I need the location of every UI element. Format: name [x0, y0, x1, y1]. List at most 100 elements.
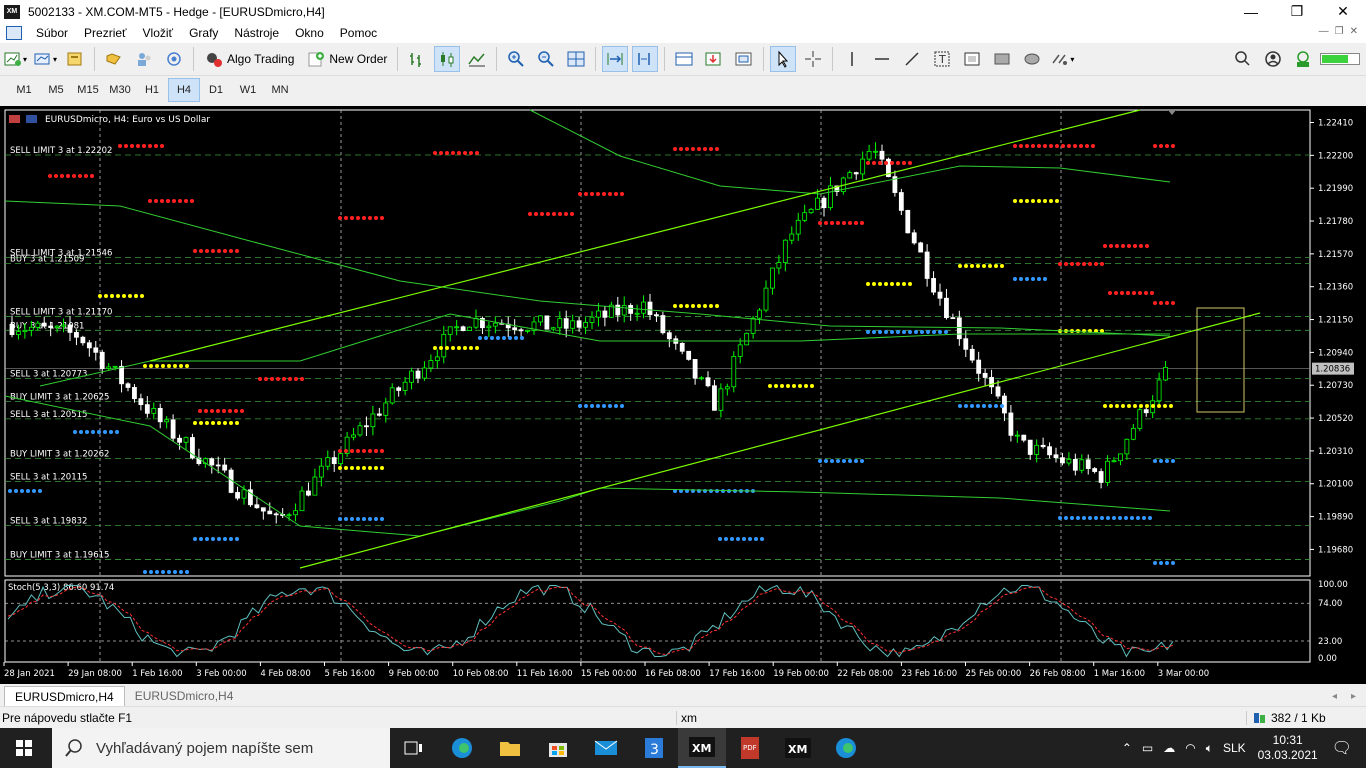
indicator-dot — [344, 216, 348, 220]
tile-windows-button[interactable] — [563, 46, 589, 72]
timeframe-d1[interactable]: D1 — [200, 78, 232, 102]
indicator-dot — [896, 282, 900, 286]
indicators-button[interactable] — [671, 46, 697, 72]
menu-tools[interactable]: Nástroje — [226, 26, 287, 40]
chart-window-icon[interactable] — [6, 26, 22, 40]
signals-button[interactable] — [161, 46, 187, 72]
xm-taskbar-button[interactable]: XM — [678, 728, 726, 768]
candle-body — [550, 327, 556, 330]
menu-window[interactable]: Okno — [287, 26, 332, 40]
indicator-dot — [768, 384, 772, 388]
indicator-dot — [217, 537, 221, 541]
edge-taskbar-button[interactable] — [438, 728, 486, 768]
pdf-taskbar-button[interactable]: PDF — [726, 728, 774, 768]
tab-scroll-left-icon[interactable]: ◂ — [1332, 691, 1337, 702]
rectangle-tool-button[interactable] — [989, 46, 1015, 72]
close-button[interactable]: ✕ — [1320, 0, 1366, 23]
vertical-line-button[interactable] — [839, 46, 865, 72]
menu-file[interactable]: Súbor — [28, 26, 76, 40]
taskbar-search[interactable]: Vyhľadávaný pojem napíšte sem — [52, 728, 390, 768]
zoom-in-button[interactable] — [503, 46, 529, 72]
store-taskbar-button[interactable] — [534, 728, 582, 768]
horizontal-line-button[interactable] — [869, 46, 895, 72]
explorer-taskbar-button[interactable] — [486, 728, 534, 768]
menu-charts[interactable]: Grafy — [181, 26, 226, 40]
menu-view[interactable]: Prezrieť — [76, 26, 135, 40]
task-view-icon — [404, 741, 422, 755]
strategy-tester-button[interactable] — [131, 46, 157, 72]
xm-second-taskbar-button[interactable]: XM — [774, 728, 822, 768]
timeframe-h4[interactable]: H4 — [168, 78, 200, 102]
crosshair-tool-button[interactable] — [800, 46, 826, 72]
wifi-icon[interactable]: ◠ — [1185, 741, 1195, 755]
mail-taskbar-button[interactable] — [582, 728, 630, 768]
start-button[interactable] — [0, 728, 48, 768]
timeframe-w1[interactable]: W1 — [232, 78, 264, 102]
market-watch-icon — [67, 52, 82, 66]
trendline-button[interactable] — [899, 46, 925, 72]
indicator-dot — [570, 212, 574, 216]
indicator-dot — [276, 377, 280, 381]
new-chart-button[interactable]: ▾ — [2, 46, 28, 72]
profiles-button[interactable]: ▾ — [32, 46, 58, 72]
menu-help[interactable]: Pomoc — [332, 26, 385, 40]
notifications-icon[interactable]: 🗨︎ — [1332, 738, 1352, 758]
navigator-button[interactable] — [101, 46, 127, 72]
chart-close-icon[interactable]: ✕ — [1350, 26, 1358, 37]
zoom-out-button[interactable] — [533, 46, 559, 72]
objects-menu-button[interactable]: ▾ — [1049, 46, 1075, 72]
stoch-main-line — [7, 584, 1174, 658]
chart-tab[interactable]: EURUSDmicro,H4 — [4, 686, 125, 706]
cursor-tool-button[interactable] — [770, 46, 797, 72]
algo-trading-button[interactable]: Algo Trading — [200, 46, 298, 72]
indicator-dot — [836, 459, 840, 463]
text-tool-button[interactable]: T — [929, 46, 955, 72]
timeframe-m30[interactable]: M30 — [104, 78, 136, 102]
chart-shift-button[interactable] — [632, 46, 659, 72]
bar-chart-button[interactable] — [404, 46, 430, 72]
tab-scroll-right-icon[interactable]: ▸ — [1351, 691, 1356, 702]
indicator-dot — [1145, 404, 1149, 408]
tray-chevron-icon[interactable]: ⌃ — [1122, 741, 1132, 755]
minimize-button[interactable]: — — [1228, 0, 1274, 23]
task-view-button[interactable] — [390, 728, 438, 768]
timeframe-m5[interactable]: M5 — [40, 78, 72, 102]
calendar-taskbar-button[interactable]: 3 — [630, 728, 678, 768]
indicator-dot — [1082, 516, 1086, 520]
chart-minimize-icon[interactable]: — — [1319, 26, 1329, 37]
battery-icon[interactable]: ▭ — [1142, 741, 1153, 755]
new-order-button[interactable]: New Order — [302, 46, 391, 72]
market-watch-button[interactable] — [62, 46, 88, 72]
candle-body — [454, 326, 460, 329]
indicator-dot — [350, 449, 354, 453]
menu-insert[interactable]: Vložiť — [135, 26, 182, 40]
language-indicator[interactable]: SLK — [1223, 741, 1246, 755]
chart-tab[interactable]: EURUSDmicro,H4 — [125, 686, 244, 706]
line-chart-button[interactable] — [464, 46, 490, 72]
chart-window[interactable]: 1.22410 1.22200 1.21990 1.21780 1.21570 1.213… — [0, 106, 1366, 684]
clock[interactable]: 10:31 03.03.2021 — [1258, 733, 1318, 763]
timeframe-m15[interactable]: M15 — [72, 78, 104, 102]
timeframe-m1[interactable]: M1 — [8, 78, 40, 102]
templates-button[interactable] — [701, 46, 727, 72]
maximize-button[interactable]: ❐ — [1274, 0, 1320, 23]
ellipse-tool-button[interactable] — [1019, 46, 1045, 72]
timeframe-h1[interactable]: H1 — [136, 78, 168, 102]
volume-icon[interactable]: 🔈︎ — [1206, 741, 1213, 756]
cloud-icon[interactable]: ☁ — [1163, 741, 1175, 755]
search-button[interactable] — [1230, 46, 1256, 72]
account-button[interactable] — [1260, 46, 1286, 72]
timeframe-mn[interactable]: MN — [264, 78, 296, 102]
candlestick-button[interactable] — [434, 46, 461, 72]
candle-body — [770, 267, 775, 289]
indicator-dot — [1076, 516, 1080, 520]
price-chart[interactable]: 1.22410 1.22200 1.21990 1.21780 1.21570 1.213… — [0, 106, 1366, 684]
auto-scroll-button[interactable] — [602, 46, 629, 72]
time-tick-label: 15 Feb 00:00 — [581, 669, 637, 679]
edge-second-taskbar-button[interactable] — [822, 728, 870, 768]
vps-button[interactable] — [1290, 46, 1316, 72]
indicator-dot — [724, 537, 728, 541]
chart-restore-icon[interactable]: ❐ — [1335, 26, 1344, 37]
save-template-button[interactable] — [731, 46, 757, 72]
label-tool-button[interactable] — [959, 46, 985, 72]
